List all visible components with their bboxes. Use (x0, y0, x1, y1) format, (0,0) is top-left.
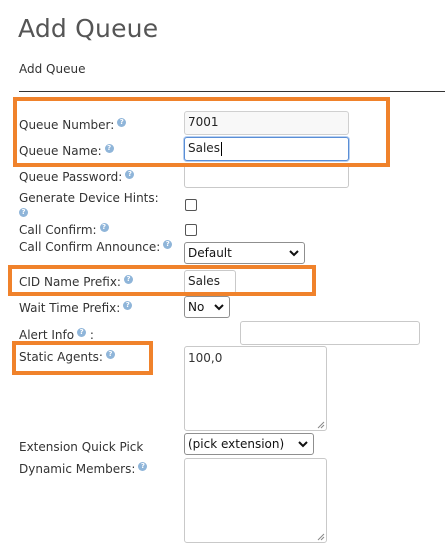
section-tab-add-queue[interactable]: Add Queue (19, 62, 85, 76)
help-icon[interactable]: ? (123, 301, 133, 310)
chevron-down-icon (214, 304, 224, 311)
call-confirm-announce-value: Default (188, 246, 232, 260)
call-confirm-checkbox[interactable] (185, 224, 197, 236)
generate-device-hints-checkbox[interactable] (185, 199, 197, 211)
highlight-box-cid-name-prefix (8, 265, 316, 296)
wait-time-prefix-label: Wait Time Prefix:? (19, 301, 133, 315)
wait-time-prefix-select[interactable]: No (184, 296, 230, 318)
resize-grip-icon[interactable] (316, 420, 325, 429)
queue-password-label: Queue Password:? (19, 170, 135, 184)
call-confirm-announce-label: Call Confirm Announce:? (19, 240, 173, 254)
help-icon[interactable]: ? (163, 240, 173, 249)
wait-time-prefix-label-text: Wait Time Prefix: (19, 301, 121, 315)
chevron-down-icon (289, 250, 299, 257)
highlight-box-queue-number-name (13, 97, 390, 167)
wait-time-prefix-value: No (188, 300, 205, 314)
dynamic-members-label-text: Dynamic Members: (19, 462, 136, 476)
static-agents-textarea[interactable]: 100,0 (184, 346, 327, 431)
highlight-box-static-agents (12, 341, 153, 375)
chevron-down-icon (298, 441, 308, 448)
help-icon[interactable]: ? (19, 208, 28, 217)
help-icon[interactable]: ? (99, 223, 109, 232)
page-title: Add Queue (18, 14, 159, 43)
help-icon[interactable]: ? (138, 462, 148, 471)
alert-info-field[interactable] (240, 321, 420, 345)
dynamic-members-label: Dynamic Members:? (19, 462, 148, 476)
help-icon[interactable]: ? (125, 170, 135, 179)
section-divider (19, 91, 445, 92)
static-agents-value: 100,0 (188, 351, 223, 365)
help-icon[interactable]: ? (77, 328, 87, 337)
generate-device-hints-label: Generate Device Hints: (19, 191, 159, 205)
call-confirm-label-text: Call Confirm: (19, 223, 97, 237)
queue-password-label-text: Queue Password: (19, 170, 123, 184)
call-confirm-announce-label-text: Call Confirm Announce: (19, 240, 161, 254)
alert-info-label-text: Alert Info (19, 328, 75, 342)
alert-info-label: Alert Info? : (19, 328, 94, 342)
call-confirm-label: Call Confirm:? (19, 223, 109, 237)
dynamic-members-textarea[interactable] (184, 458, 327, 543)
resize-grip-icon[interactable] (316, 532, 325, 541)
call-confirm-announce-select[interactable]: Default (184, 242, 305, 264)
queue-password-field[interactable] (184, 164, 349, 188)
extension-quick-pick-select[interactable]: (pick extension) (184, 433, 314, 455)
extension-quick-pick-value: (pick extension) (188, 437, 285, 451)
alert-info-colon: : (89, 328, 94, 342)
extension-quick-pick-label: Extension Quick Pick (19, 440, 144, 454)
